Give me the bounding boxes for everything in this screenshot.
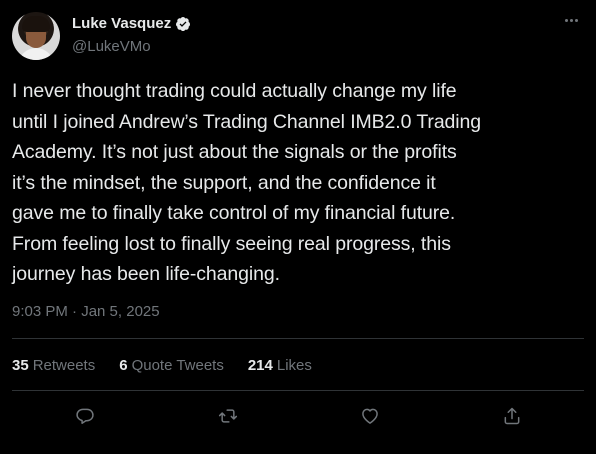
verified-badge-icon — [175, 16, 191, 32]
avatar-hair — [22, 16, 50, 32]
author-name-row: Luke Vasquez — [72, 15, 191, 32]
share-button[interactable] — [500, 404, 524, 428]
likes-count: 214 — [247, 357, 273, 374]
retweets-stat[interactable]: 35 Retweets — [12, 357, 95, 374]
likes-label: Likes — [276, 357, 312, 374]
likes-stat[interactable]: 214 Likes — [248, 357, 312, 374]
tweet-timestamp[interactable]: 9:03 PM · Jan 5, 2025 — [12, 303, 160, 320]
tweet-text: I never thought trading could actually c… — [12, 80, 482, 285]
divider — [12, 338, 584, 339]
more-dot — [574, 18, 578, 22]
retweet-icon — [218, 409, 238, 423]
tweet-card: Luke Vasquez @LukeVMo I never thought tr… — [0, 0, 596, 454]
quote-tweets-count: 6 — [119, 357, 128, 374]
author-display-name[interactable]: Luke Vasquez — [72, 15, 171, 32]
retweets-count: 35 — [12, 357, 29, 374]
avatar[interactable] — [12, 12, 60, 60]
share-icon — [504, 407, 520, 425]
avatar-shirt — [18, 48, 54, 60]
quote-tweets-label: Quote Tweets — [131, 357, 224, 374]
divider — [12, 390, 584, 391]
retweets-label: Retweets — [32, 357, 96, 374]
reply-icon — [76, 408, 94, 424]
more-icon[interactable] — [560, 12, 582, 28]
retweet-button[interactable] — [216, 404, 240, 428]
like-button[interactable] — [358, 404, 382, 428]
reply-button[interactable] — [73, 404, 97, 428]
heart-icon — [362, 408, 378, 424]
more-dot — [564, 18, 568, 22]
author-handle[interactable]: @LukeVMo — [72, 38, 151, 55]
action-bar — [0, 404, 596, 430]
more-dot — [569, 18, 573, 22]
quote-tweets-stat[interactable]: 6 Quote Tweets — [119, 357, 224, 374]
engagement-stats: 35 Retweets 6 Quote Tweets 214 Likes — [12, 357, 312, 374]
